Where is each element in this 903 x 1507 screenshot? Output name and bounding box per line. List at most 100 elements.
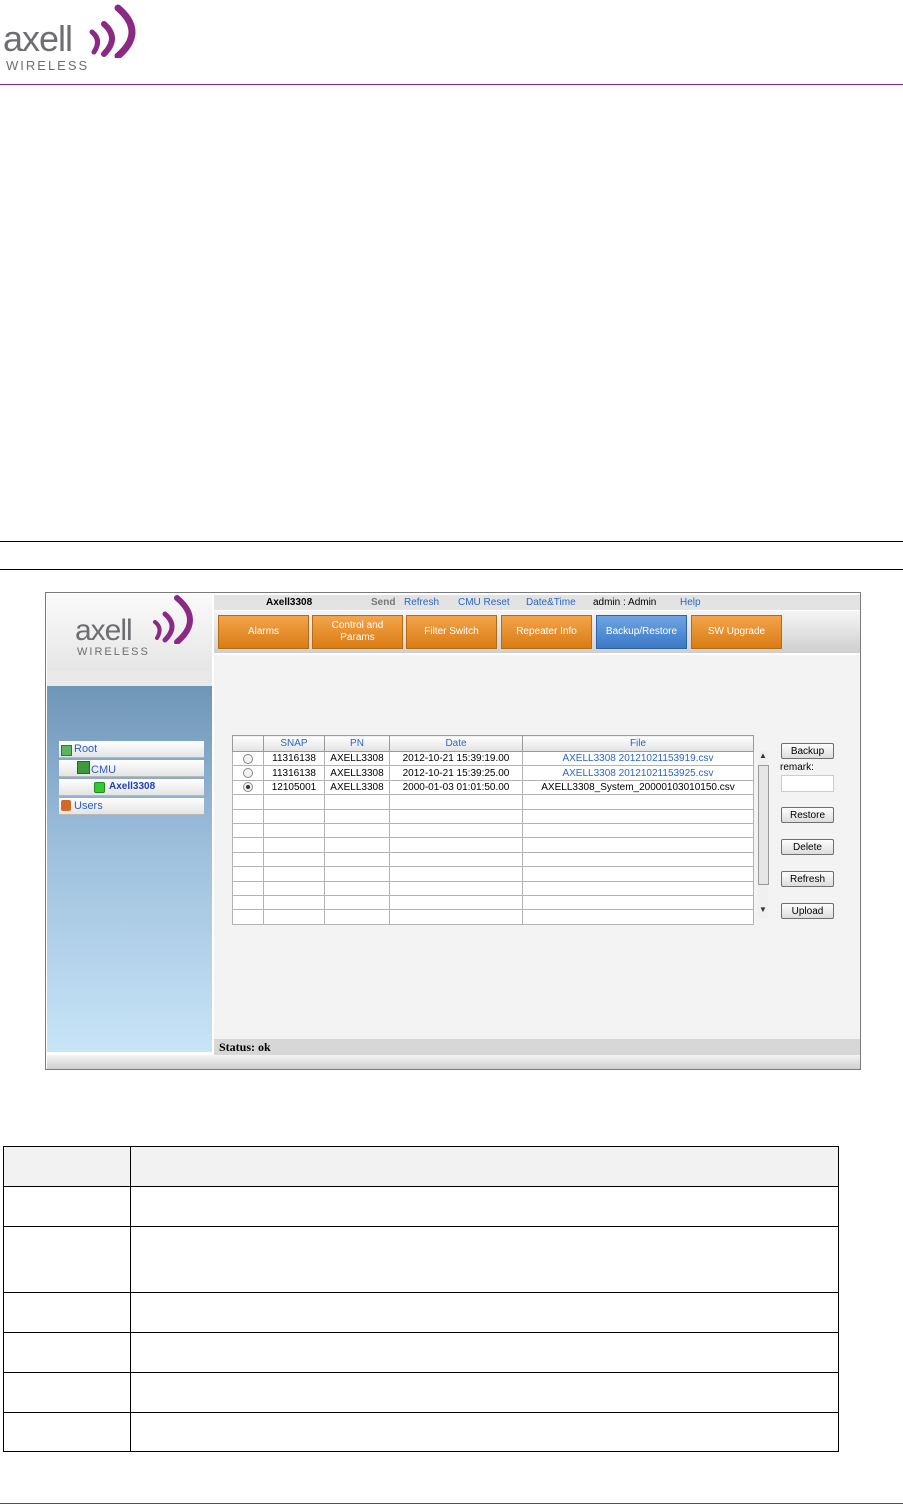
- app-logo-subtext: WIRELESS: [77, 646, 150, 658]
- tab-control-and-params[interactable]: Control and Params: [312, 615, 403, 649]
- sidebar-separator: [47, 671, 212, 686]
- delete-button[interactable]: Delete: [781, 839, 834, 855]
- backup-files-grid: SNAP PN Date File 11316138 AXELL3308 2012-…: [232, 735, 754, 925]
- table-row: [3, 1412, 839, 1452]
- help-link[interactable]: Help: [680, 595, 701, 610]
- empty-cell: [232, 866, 264, 882]
- scroll-down-icon[interactable]: ▼: [759, 905, 767, 914]
- tree-item-users[interactable]: Users: [59, 798, 204, 815]
- file-cell[interactable]: AXELL3308 20121021153919.csv: [522, 750, 754, 767]
- table-row: [232, 808, 754, 824]
- pn-cell: AXELL3308: [324, 765, 390, 781]
- upload-button[interactable]: Upload: [781, 903, 834, 919]
- table-row: [232, 880, 754, 896]
- status-text: Status: ok: [219, 1040, 271, 1054]
- tree-item-label[interactable]: CMU: [91, 762, 116, 778]
- grid-header-snap[interactable]: SNAP: [263, 735, 325, 752]
- users-icon: [61, 800, 71, 811]
- grid-header-pn[interactable]: PN: [324, 735, 390, 752]
- user-label: admin : Admin: [593, 597, 657, 608]
- empty-cell: [522, 894, 754, 911]
- tab-bar: Alarms Control and Params Filter Switch …: [214, 611, 860, 653]
- empty-cell: [232, 794, 264, 810]
- empty-cell: [324, 866, 390, 882]
- restore-button[interactable]: Restore: [781, 807, 834, 823]
- empty-cell: [389, 808, 523, 824]
- pn-cell: AXELL3308: [324, 750, 390, 767]
- tree-item-axell3308[interactable]: Axell3308: [59, 779, 204, 796]
- scroll-up-icon[interactable]: ▲: [759, 751, 767, 760]
- file-cell[interactable]: AXELL3308 20121021153925.csv: [522, 765, 754, 781]
- tree-item-label[interactable]: Root: [74, 741, 97, 757]
- tree-item-label[interactable]: Users: [74, 798, 103, 814]
- grid-scrollbar[interactable]: ▲ ▼: [758, 751, 769, 917]
- table-row[interactable]: 11316138 AXELL3308 2012-10-21 15:39:25.00 A…: [232, 765, 754, 781]
- footer-divider: [0, 1503, 903, 1504]
- empty-cell: [389, 837, 523, 853]
- tab-repeater-info[interactable]: Repeater Info: [501, 615, 592, 649]
- table-row: [232, 837, 754, 853]
- row-radio[interactable]: [243, 753, 253, 764]
- empty-cell: [324, 822, 390, 839]
- empty-cell: [522, 851, 754, 868]
- empty-cell: [232, 808, 264, 824]
- empty-cell: [324, 894, 390, 911]
- table-cell: [130, 1226, 839, 1293]
- empty-cell: [324, 794, 390, 810]
- table-row: [232, 909, 754, 925]
- tab-sw-upgrade[interactable]: SW Upgrade: [691, 615, 782, 649]
- table-row: [232, 866, 754, 882]
- section-rule-bottom: [0, 569, 903, 570]
- tab-backup-restore[interactable]: Backup/Restore: [596, 615, 687, 649]
- app-bottom-bar: [47, 1055, 860, 1069]
- cmu-reset-link[interactable]: CMU Reset: [458, 595, 510, 610]
- tree-item-cmu[interactable]: CMU: [59, 760, 204, 777]
- tab-alarms[interactable]: Alarms: [218, 615, 309, 649]
- app-logo-waves-icon: [153, 595, 193, 644]
- status-bar: Status: ok: [214, 1039, 860, 1055]
- table-cell: [3, 1372, 131, 1413]
- table-cell: [130, 1412, 839, 1452]
- tree-item-label[interactable]: Axell3308: [109, 779, 155, 795]
- refresh-button[interactable]: Refresh: [781, 871, 834, 887]
- cmu-grid-icon: [77, 761, 90, 774]
- table-row: [232, 894, 754, 911]
- empty-cell: [389, 894, 523, 911]
- app-logo-wordmark: axell: [75, 614, 133, 647]
- table-row[interactable]: 11316138 AXELL3308 2012-10-21 15:39:19.00 A…: [232, 750, 754, 767]
- empty-cell: [324, 837, 390, 853]
- table-cell: [130, 1372, 839, 1413]
- empty-cell: [232, 837, 264, 853]
- empty-cell: [263, 894, 325, 911]
- refresh-link[interactable]: Refresh: [404, 595, 439, 610]
- row-radio[interactable]: [243, 782, 253, 793]
- empty-cell: [232, 909, 264, 925]
- table-cell: [130, 1332, 839, 1373]
- date-time-link[interactable]: Date&Time: [526, 595, 576, 610]
- app-window: axell WIRELESS Root CMU Axell3308 Users …: [45, 592, 861, 1070]
- empty-cell: [263, 808, 325, 824]
- empty-cell: [263, 794, 325, 810]
- tab-filter-switch[interactable]: Filter Switch: [406, 615, 497, 649]
- empty-cell: [232, 822, 264, 839]
- empty-cell: [232, 894, 264, 911]
- remark-label: remark:: [780, 762, 814, 773]
- top-toolbar: Axell3308 Send Refresh CMU Reset Date&Ti…: [214, 595, 860, 610]
- grid-header-date[interactable]: Date: [389, 735, 523, 752]
- empty-cell: [389, 880, 523, 896]
- scroll-thumb[interactable]: [758, 765, 769, 885]
- grid-header-select: [232, 735, 264, 752]
- row-radio[interactable]: [243, 767, 253, 778]
- table-row: [3, 1226, 839, 1293]
- grid-header-file[interactable]: File: [522, 735, 754, 752]
- logo-wordmark: axell: [3, 18, 73, 59]
- table-row[interactable]: 12105001 AXELL3308 2000-01-03 01:01:50.00 A…: [232, 779, 754, 796]
- tree-item-root[interactable]: Root: [59, 741, 204, 758]
- empty-cell: [389, 794, 523, 810]
- table-row: [232, 851, 754, 868]
- backup-button[interactable]: Backup: [781, 743, 834, 759]
- remark-input[interactable]: [781, 775, 834, 792]
- table-cell: [3, 1292, 131, 1333]
- grid-header-row: SNAP PN Date File: [232, 735, 754, 752]
- table-cell: [3, 1412, 131, 1452]
